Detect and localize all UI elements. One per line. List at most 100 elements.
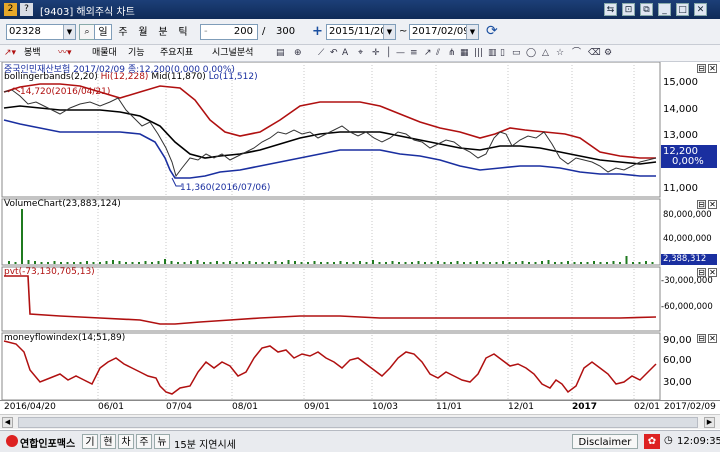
scroll-thumb[interactable] — [18, 417, 698, 428]
x-tick: 09/01 — [304, 402, 330, 412]
pvt-tick: -60,000,000 — [661, 302, 713, 312]
panel-restore-icon[interactable]: ⊟ — [697, 268, 706, 277]
period-tab[interactable]: 분 — [154, 24, 172, 40]
copy-icon[interactable]: ⧉ — [640, 3, 653, 16]
date-to-input[interactable]: 2017/02/09 ▼ — [409, 24, 479, 40]
volume-bar — [203, 262, 205, 264]
channel-icon[interactable]: ⫽ — [436, 47, 440, 60]
volume-bar — [606, 262, 608, 264]
chart-type-icon[interactable]: 〰▾ — [58, 47, 72, 60]
settings-icon[interactable]: ⚙ — [604, 47, 612, 60]
status-tab[interactable]: 차 — [118, 434, 134, 449]
maximize-icon[interactable]: □ — [676, 3, 689, 16]
indicator-menu[interactable]: 주요지표 — [160, 47, 193, 60]
calendar-dropdown-icon[interactable]: ▼ — [466, 25, 478, 39]
panel-close-icon[interactable]: ✕ — [708, 200, 717, 209]
period-tab[interactable]: 월 — [134, 24, 152, 40]
line-chart-icon[interactable]: ↗▾ — [4, 47, 16, 60]
status-tab[interactable]: 주 — [136, 434, 152, 449]
chart-canvas — [1, 62, 717, 401]
close-icon[interactable]: ✕ — [694, 3, 707, 16]
status-tab[interactable]: 뉴 — [154, 434, 170, 449]
count-input[interactable]: - 200 — [200, 24, 258, 40]
trendline-icon[interactable]: ⟋ — [318, 47, 324, 60]
arc-icon[interactable]: ⌒ — [572, 47, 581, 60]
plus-icon[interactable]: + — [312, 24, 323, 39]
date-from-input[interactable]: 2015/11/20 ▼ — [326, 24, 396, 40]
volume-bar — [248, 261, 251, 264]
volume-bar — [352, 262, 355, 264]
grid-icon[interactable]: ▥ — [488, 47, 497, 60]
function-menu[interactable]: 기능 — [128, 47, 145, 60]
volume-profile-menu[interactable]: 매물대 — [92, 47, 117, 60]
star-icon[interactable]: ☆ — [556, 47, 564, 60]
volume-bar — [164, 259, 166, 264]
candle-toggle[interactable]: 봉백 — [24, 47, 41, 60]
period-tab[interactable]: 주 — [114, 24, 132, 40]
volume-bar — [612, 261, 615, 264]
undo-icon[interactable]: ↶ — [330, 47, 338, 60]
period-tab[interactable]: 틱 — [174, 24, 192, 40]
rectangle-icon[interactable]: ▭ — [512, 47, 521, 60]
erase-icon[interactable]: ⌫ — [588, 47, 601, 60]
volume-bar — [333, 262, 335, 264]
disclaimer-button[interactable]: Disclaimer — [572, 434, 638, 449]
cursor-icon[interactable]: ⌖ — [358, 47, 363, 60]
search-icon[interactable]: ⌕ — [79, 24, 95, 40]
level-lines-icon[interactable]: ||| — [474, 47, 483, 60]
signal-menu[interactable]: 시그널분석 — [212, 47, 253, 60]
bb-lo: Lo(11,512) — [208, 72, 258, 82]
horizontal-line-icon[interactable]: — — [396, 47, 405, 60]
volume-bar — [378, 262, 381, 264]
scroll-right-icon[interactable]: ▶ — [704, 417, 715, 428]
gann-icon[interactable]: ▦ — [460, 47, 469, 60]
calendar-dropdown-icon[interactable]: ▼ — [383, 25, 395, 39]
minus-icon[interactable]: - — [204, 25, 208, 39]
pin-icon[interactable]: ⊡ — [622, 3, 635, 16]
minimize-icon[interactable]: _ — [658, 3, 671, 16]
refresh-icon[interactable]: ⟳ — [486, 23, 498, 39]
volume-bar — [372, 260, 374, 264]
volume-bar — [144, 261, 147, 264]
volume-bar — [60, 262, 62, 264]
text-icon[interactable]: A — [342, 47, 348, 60]
symbol-input[interactable]: 02328 ▼ — [6, 24, 76, 40]
clock-icon: ◷ — [664, 435, 673, 446]
scroll-left-icon[interactable]: ◀ — [2, 417, 13, 428]
ray-icon[interactable]: ↗ — [424, 47, 432, 60]
panel-close-icon[interactable]: ✕ — [708, 334, 717, 343]
zoom-icon[interactable]: ⊕ — [294, 47, 302, 60]
link-icon[interactable]: ⇆ — [604, 3, 617, 16]
range-separator: ~ — [399, 26, 408, 37]
period-tab[interactable]: 일 — [94, 24, 112, 40]
panel-close-icon[interactable]: ✕ — [708, 268, 717, 277]
panel-close-icon[interactable]: ✕ — [708, 64, 717, 73]
status-tab[interactable]: 현 — [100, 434, 116, 449]
pitchfork-icon[interactable]: ⋔ — [448, 47, 456, 60]
panel-restore-icon[interactable]: ⊟ — [697, 200, 706, 209]
status-tab[interactable]: 기 — [82, 434, 98, 449]
time-axis: 2016/04/20 06/01 07/04 08/01 09/01 10/03… — [0, 400, 720, 414]
title-bar: 2 ? [9403] 해외주식 차트 ⇆ ⊡ ⧉ _ □ ✕ — [0, 0, 720, 19]
horizontal-scrollbar[interactable]: ◀ ▶ — [0, 414, 720, 429]
data-icon[interactable]: ▤ — [276, 47, 285, 60]
volume-bar — [307, 262, 309, 264]
chevron-down-icon[interactable]: ▼ — [63, 25, 75, 39]
current-time: 12:09:35 — [677, 436, 720, 447]
panel-restore-icon[interactable]: ⊟ — [697, 64, 706, 73]
crosshair-icon[interactable]: ✛ — [372, 47, 380, 60]
fib-icon[interactable]: ≡ — [410, 47, 418, 60]
panel-restore-icon[interactable]: ⊟ — [697, 334, 706, 343]
volume-bar — [86, 261, 88, 264]
vertical-line-icon[interactable]: │ — [386, 47, 391, 60]
code-badge: 2 — [4, 3, 17, 16]
ellipse-icon[interactable]: ◯ — [526, 47, 536, 60]
volume-bar — [430, 262, 433, 264]
triangle-icon[interactable]: △ — [542, 47, 549, 60]
cycle-icon[interactable]: ▯ — [500, 47, 505, 60]
price-tick: 14,000 — [663, 104, 698, 115]
x-tick: 2017/02/09 — [664, 402, 716, 412]
help-badge[interactable]: ? — [20, 3, 33, 16]
volume-bar — [443, 262, 446, 264]
volume-bar — [508, 262, 511, 264]
